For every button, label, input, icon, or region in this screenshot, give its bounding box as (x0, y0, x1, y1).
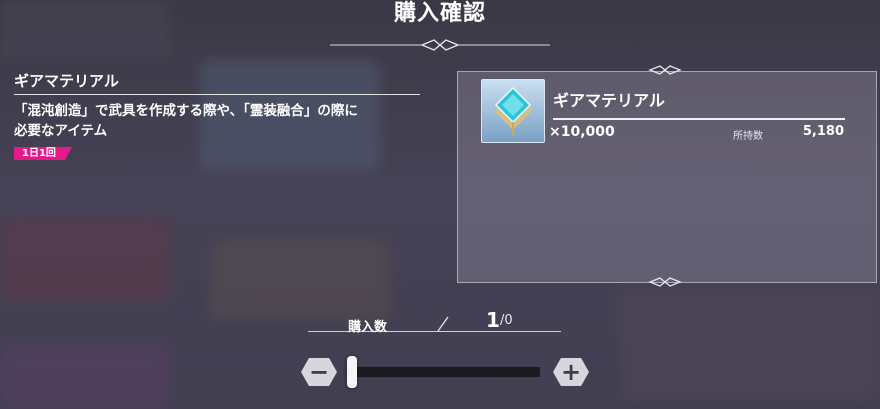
count-underline (308, 331, 561, 332)
description-line: 必要なアイテム (14, 123, 108, 139)
badge-label: 1日1回 (22, 148, 56, 159)
divider (553, 118, 845, 120)
quantity-slider[interactable] (350, 367, 540, 377)
owned-count-label: 所持数 (733, 131, 763, 142)
title-ornament (330, 39, 550, 51)
panel-bottom-ornament (648, 277, 682, 287)
slash-separator (437, 316, 449, 332)
item-name: ギアマテリアル (14, 72, 119, 90)
divider (14, 94, 420, 95)
panel-top-ornament (648, 65, 682, 75)
increase-button[interactable]: + (553, 358, 589, 386)
minus-icon: − (308, 358, 330, 386)
description-line: 「混沌創造」で武具を作成する際や、「霊装融合」の際に (14, 103, 358, 119)
dialog-title: 購入確認 (393, 1, 486, 26)
gem-diamond-icon (481, 79, 545, 143)
decrease-button[interactable]: − (301, 358, 337, 386)
purchase-count-label: 購入数 (348, 320, 388, 335)
slider-handle[interactable] (347, 356, 357, 388)
plus-icon: + (560, 358, 582, 386)
panel-item-name: ギアマテリアル (553, 91, 665, 110)
owned-count-value: 5,180 (802, 124, 844, 139)
item-description: 「混沌創造」で武具を作成する際や、「霊装融合」の際に 必要なアイテム (14, 101, 434, 141)
purchase-count-max: /0 (500, 313, 513, 328)
purchase-limit-badge: 1日1回 (14, 147, 72, 160)
item-quantity: ×10,000 (549, 124, 615, 140)
purchase-count-value: 1 (486, 308, 500, 332)
